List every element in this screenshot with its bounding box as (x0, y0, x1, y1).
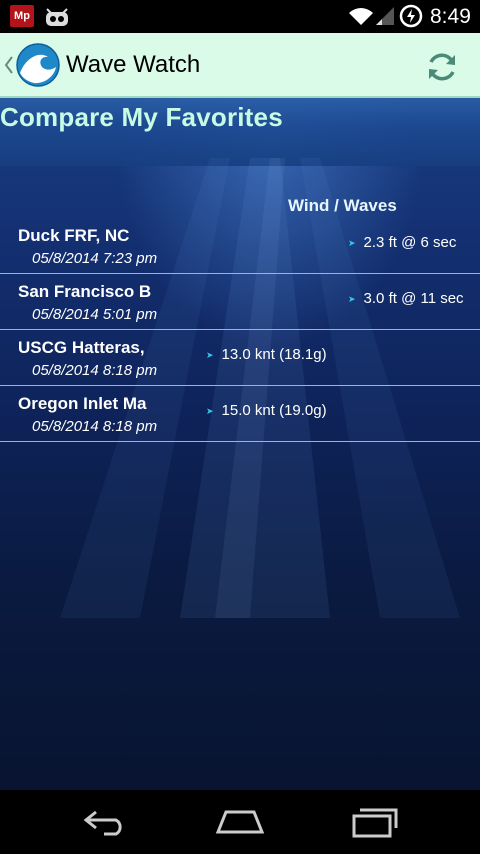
favorites-list: Duck FRF, NC 05/8/2014 7:23 pm ➤ 2.3 ft @… (0, 218, 480, 442)
station-name: USCG Hatteras, (18, 338, 145, 357)
battery-charging-icon (399, 4, 423, 28)
up-caret-icon[interactable] (4, 55, 14, 75)
cyanogen-mascot-icon (46, 8, 68, 26)
favorite-row[interactable]: Duck FRF, NC 05/8/2014 7:23 pm ➤ 2.3 ft @… (0, 218, 480, 274)
status-clock: 8:49 (430, 5, 471, 28)
direction-arrow-icon: ➤ (206, 405, 214, 416)
station-name: Oregon Inlet Ma (18, 394, 147, 413)
reading-value: ➤ 3.0 ft @ 11 sec (348, 290, 464, 307)
favorite-row[interactable]: Oregon Inlet Ma 05/8/2014 8:18 pm ➤ 15.0 … (0, 386, 480, 442)
station-name: Duck FRF, NC (18, 226, 130, 245)
reading-text: 15.0 knt (19.0g) (221, 402, 327, 419)
favorite-row[interactable]: USCG Hatteras, 05/8/2014 8:18 pm ➤ 13.0 k… (0, 330, 480, 386)
signal-icon (376, 7, 394, 25)
station-name: San Francisco B (18, 282, 152, 301)
navigation-bar (0, 790, 480, 854)
favorite-row[interactable]: San Francisco B 05/8/2014 5:01 pm ➤ 3.0 f… (0, 274, 480, 330)
back-icon[interactable] (82, 808, 130, 836)
direction-arrow-icon: ➤ (206, 349, 214, 360)
action-bar: Wave Watch (0, 33, 480, 98)
reading-value: ➤ 15.0 knt (19.0g) (206, 402, 327, 419)
observation-time: 05/8/2014 7:23 pm (32, 250, 158, 267)
observation-time: 05/8/2014 8:18 pm (32, 362, 158, 379)
recents-icon[interactable] (350, 806, 398, 838)
reading-text: 13.0 knt (18.1g) (221, 346, 327, 363)
app-title: Wave Watch (66, 51, 201, 78)
observation-time: 05/8/2014 5:01 pm (32, 306, 158, 323)
direction-arrow-icon: ➤ (348, 293, 356, 304)
wifi-icon (349, 8, 373, 25)
reading-value: ➤ 13.0 knt (18.1g) (206, 346, 327, 363)
column-header-wind-waves: Wind / Waves (288, 196, 397, 215)
direction-arrow-icon: ➤ (348, 237, 356, 248)
main-content: Compare My Favorites Wind / Waves Duck F… (0, 98, 480, 790)
wave-logo-icon[interactable] (16, 43, 60, 87)
observation-time: 05/8/2014 8:18 pm (32, 418, 158, 435)
refresh-icon[interactable] (420, 45, 464, 89)
reading-value: ➤ 2.3 ft @ 6 sec (348, 234, 456, 251)
status-bar: Mp 8:49 (0, 0, 480, 33)
page-title: Compare My Favorites (0, 102, 283, 132)
reading-text: 2.3 ft @ 6 sec (363, 234, 457, 251)
home-icon[interactable] (214, 808, 266, 836)
mp-notification-icon: Mp (10, 5, 34, 27)
reading-text: 3.0 ft @ 11 sec (363, 290, 464, 307)
